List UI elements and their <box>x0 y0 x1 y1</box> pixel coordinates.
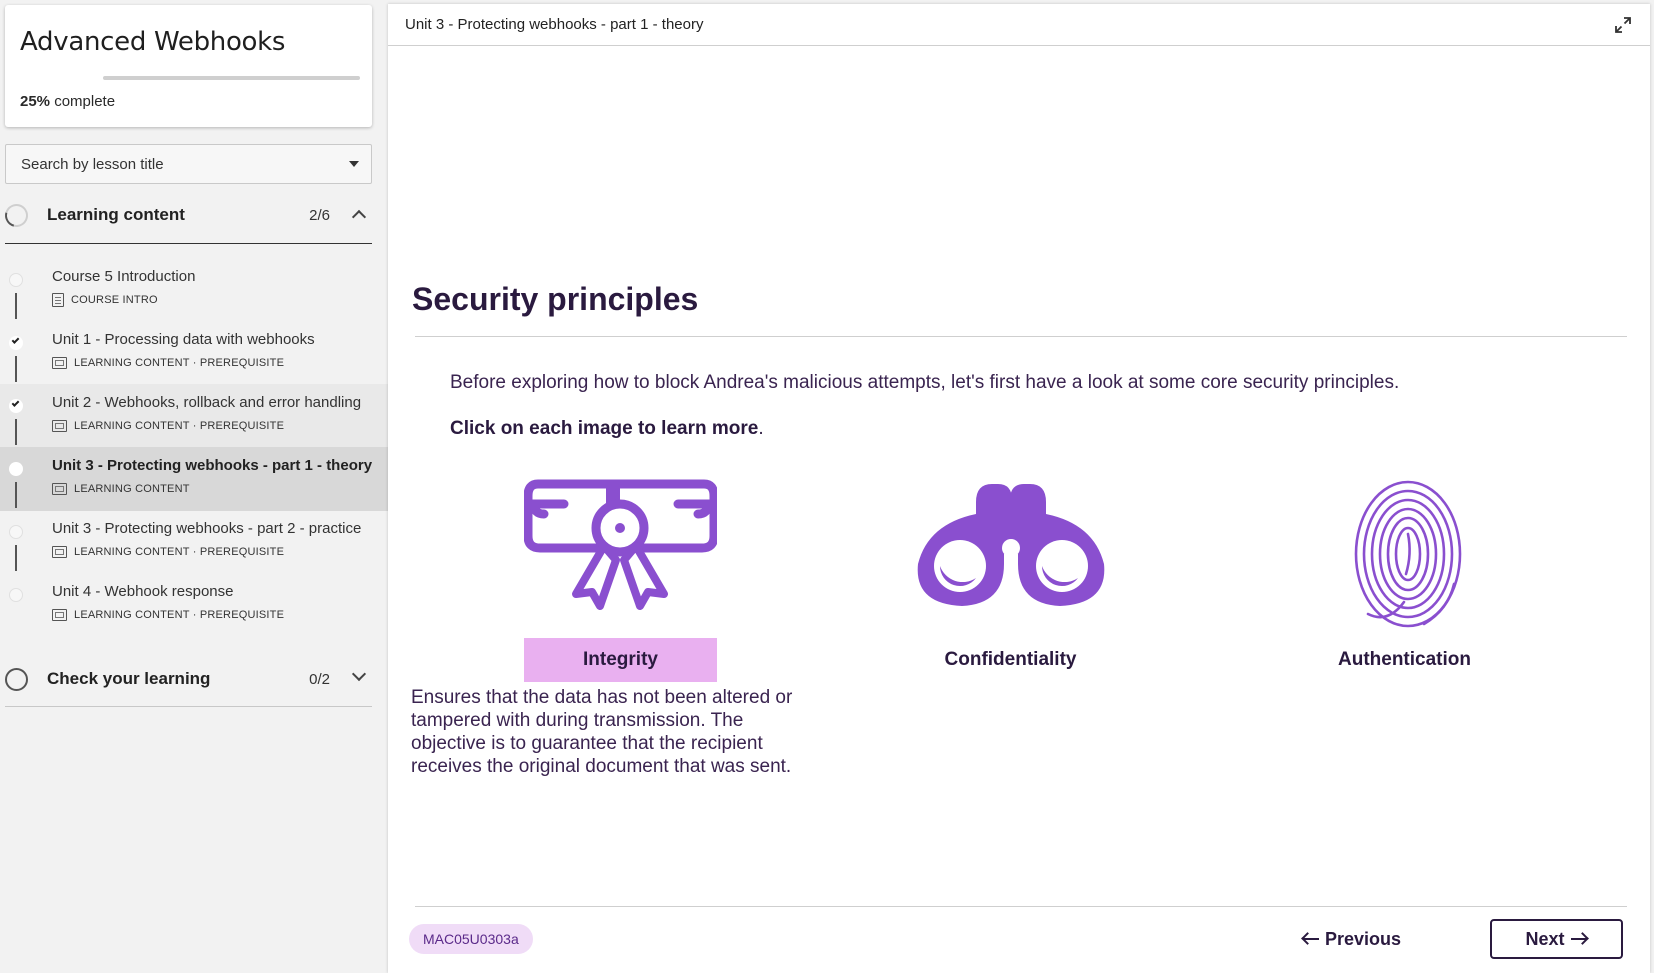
lesson-meta-text: LEARNING CONTENT · PREREQUISITE <box>74 356 285 369</box>
lesson-meta: LEARNING CONTENT · PREREQUISITE <box>52 417 284 433</box>
principle-card-integrity[interactable]: Integrity <box>524 474 724 684</box>
progress-suffix: complete <box>54 93 116 110</box>
lesson-connector <box>15 356 17 382</box>
section-count: 0/2 <box>309 671 330 688</box>
slides-icon <box>52 482 67 495</box>
lesson-meta-text: LEARNING CONTENT <box>74 482 190 495</box>
lesson-search-select[interactable]: Search by lesson title <box>5 144 372 184</box>
lesson-status-dot-icon <box>9 336 23 350</box>
progress-percent: 25% <box>20 93 51 110</box>
course-summary-card: Advanced Webhooks 25% complete <box>5 5 372 127</box>
expand-fullscreen-icon[interactable] <box>1614 16 1632 34</box>
fingerprint-icon <box>1354 480 1462 628</box>
footer-divider <box>415 906 1627 907</box>
lesson-status-dot-icon <box>9 399 23 413</box>
lesson-breadcrumb: Unit 3 - Protecting webhooks - part 1 - … <box>405 16 704 33</box>
course-progress-text: 25% complete <box>20 93 115 110</box>
lesson-item-unit-4[interactable]: Unit 4 - Webhook response LEARNING CONTE… <box>0 573 388 637</box>
lesson-title: Unit 3 - Protecting webhooks - part 1 - … <box>52 457 373 474</box>
principle-label: Integrity <box>524 638 717 682</box>
intro-text: Before exploring how to block Andrea's m… <box>450 372 1400 393</box>
section-divider <box>5 706 372 707</box>
lesson-title: Unit 1 - Processing data with webhooks <box>52 331 315 348</box>
lesson-meta-text: LEARNING CONTENT · PREREQUISITE <box>74 545 285 558</box>
lesson-item-unit-2[interactable]: Unit 2 - Webhooks, rollback and error ha… <box>0 384 388 448</box>
lesson-meta: COURSE INTRO <box>52 291 158 307</box>
lesson-meta-text: COURSE INTRO <box>71 293 158 306</box>
lesson-status-dot-icon <box>9 462 23 476</box>
slides-icon <box>52 545 67 558</box>
previous-label: Previous <box>1325 929 1402 949</box>
lesson-connector <box>15 482 17 508</box>
lesson-header-bar: Unit 3 - Protecting webhooks - part 1 - … <box>388 4 1650 46</box>
lesson-item-unit-1[interactable]: Unit 1 - Processing data with webhooks L… <box>0 321 388 385</box>
principle-card-authentication[interactable]: Authentication <box>1308 474 1508 684</box>
title-divider <box>415 336 1627 337</box>
principle-card-confidentiality[interactable]: Confidentiality <box>914 474 1114 684</box>
section-divider <box>5 243 372 244</box>
lesson-status-dot-icon <box>9 273 23 287</box>
course-sidebar: Advanced Webhooks 25% complete Search by… <box>0 0 388 973</box>
course-title: Advanced Webhooks <box>20 27 286 57</box>
certificate-icon <box>524 479 717 610</box>
section-label: Learning content <box>47 205 185 224</box>
binoculars-icon <box>917 484 1105 606</box>
check-icon <box>11 336 20 344</box>
principle-label: Authentication <box>1338 649 1471 670</box>
lesson-meta-text: LEARNING CONTENT · PREREQUISITE <box>74 419 285 432</box>
lesson-status-dot-icon <box>9 588 23 602</box>
previous-button[interactable]: Previous <box>1302 924 1401 954</box>
lesson-meta: LEARNING CONTENT <box>52 480 190 496</box>
lesson-item-unit-3-part-2[interactable]: Unit 3 - Protecting webhooks - part 2 - … <box>0 510 388 574</box>
lesson-title: Unit 2 - Webhooks, rollback and error ha… <box>52 394 362 411</box>
lesson-item-unit-3-part-1[interactable]: Unit 3 - Protecting webhooks - part 1 - … <box>0 447 388 511</box>
slides-icon <box>52 356 67 369</box>
instruction-bold: Click on each image to learn more <box>450 418 759 439</box>
instruction-tail: . <box>758 418 764 439</box>
lesson-meta: LEARNING CONTENT · PREREQUISITE <box>52 606 284 622</box>
section-learning-content[interactable]: Learning content 2/6 <box>0 192 372 238</box>
principle-description: Ensures that the data has not been alter… <box>411 687 793 777</box>
instruction-text: Click on each image to learn more. <box>450 418 764 440</box>
lesson-reference-badge: MAC05U0303a <box>409 924 533 954</box>
course-progress-bar <box>103 76 360 80</box>
lesson-title: Unit 3 - Protecting webhooks - part 2 - … <box>52 520 362 537</box>
section-check-your-learning[interactable]: Check your learning 0/2 <box>5 656 372 702</box>
lesson-title: Course 5 Introduction <box>52 268 196 285</box>
slides-icon <box>52 608 67 621</box>
lesson-content-panel: Unit 3 - Protecting webhooks - part 1 - … <box>388 4 1650 973</box>
lesson-status-dot-icon <box>9 525 23 539</box>
document-icon <box>52 292 64 307</box>
section-progress-ring-icon <box>0 199 33 232</box>
chevron-down-icon[interactable] <box>351 666 367 682</box>
arrow-left-icon <box>1302 933 1320 945</box>
lesson-connector <box>15 545 17 571</box>
lesson-meta: LEARNING CONTENT · PREREQUISITE <box>52 354 284 370</box>
chevron-up-icon[interactable] <box>351 209 367 225</box>
section-progress-ring-icon <box>5 668 28 691</box>
lesson-meta: LEARNING CONTENT · PREREQUISITE <box>52 543 284 559</box>
lesson-connector <box>15 419 17 445</box>
next-label: Next <box>1525 929 1565 949</box>
check-icon <box>11 399 20 407</box>
lesson-item-course-intro[interactable]: Course 5 Introduction COURSE INTRO <box>0 258 388 322</box>
dropdown-caret-icon <box>349 161 359 167</box>
lesson-connector <box>15 293 17 319</box>
next-button[interactable]: Next <box>1490 919 1623 959</box>
page-title: Security principles <box>412 281 699 317</box>
section-count: 2/6 <box>309 207 330 224</box>
principle-label: Confidentiality <box>944 649 1077 670</box>
lesson-title: Unit 4 - Webhook response <box>52 583 234 600</box>
slides-icon <box>52 419 67 432</box>
arrow-right-icon <box>1570 933 1588 945</box>
lesson-meta-text: LEARNING CONTENT · PREREQUISITE <box>74 608 285 621</box>
section-label: Check your learning <box>47 669 211 688</box>
lesson-search-placeholder: Search by lesson title <box>21 156 164 173</box>
